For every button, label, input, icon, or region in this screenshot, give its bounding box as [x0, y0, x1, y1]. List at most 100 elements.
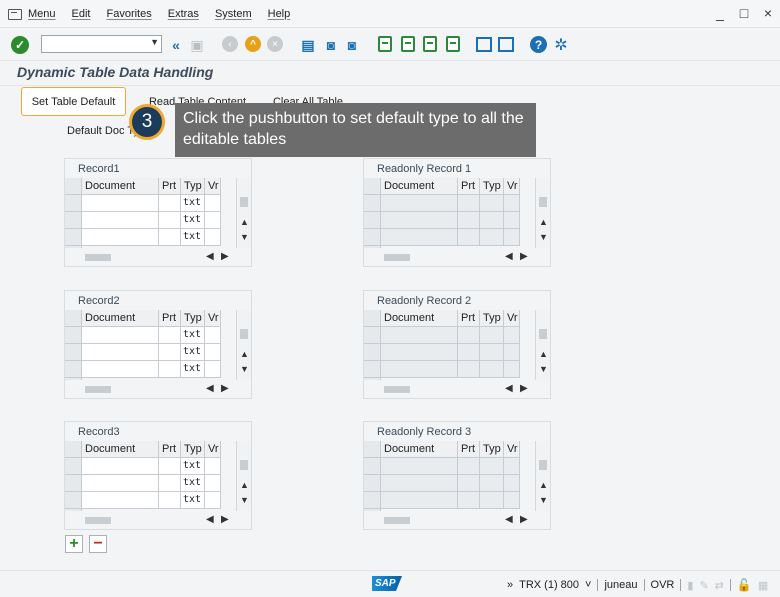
- row-selector[interactable]: [364, 310, 380, 327]
- table-cell[interactable]: [205, 458, 221, 475]
- table-cell[interactable]: txt: [181, 361, 205, 378]
- row-selector[interactable]: [364, 441, 380, 458]
- column-header[interactable]: Vr: [205, 178, 221, 194]
- check-icon[interactable]: ✓: [11, 36, 29, 54]
- chevron-down-icon[interactable]: ▼: [539, 495, 548, 505]
- column-header[interactable]: Document: [381, 441, 458, 457]
- column-header[interactable]: Prt: [159, 441, 181, 457]
- table-cell[interactable]: [82, 361, 159, 378]
- column-header[interactable]: Vr: [504, 441, 520, 457]
- table-cell[interactable]: [159, 229, 181, 246]
- back-icon[interactable]: «: [169, 36, 183, 54]
- column-header[interactable]: Prt: [458, 441, 480, 457]
- table-cell[interactable]: txt: [181, 458, 205, 475]
- menu-icon[interactable]: [8, 8, 22, 20]
- last-page-icon[interactable]: [446, 36, 460, 52]
- column-header[interactable]: Vr: [504, 178, 520, 194]
- settings-icon[interactable]: ✲: [552, 36, 570, 54]
- column-header[interactable]: Prt: [458, 178, 480, 194]
- table-cell[interactable]: [82, 212, 159, 229]
- chevron-down-icon[interactable]: ▼: [150, 37, 159, 47]
- table-cell[interactable]: [205, 492, 221, 509]
- chevron-down-icon[interactable]: ▼: [539, 232, 548, 242]
- help-icon[interactable]: ?: [530, 36, 547, 53]
- chevron-down-icon[interactable]: ˅: [585, 579, 591, 591]
- set-table-default-button[interactable]: Set Table Default: [21, 87, 126, 116]
- chevron-up-icon[interactable]: ▲: [539, 480, 548, 490]
- chevron-down-icon[interactable]: ▼: [240, 495, 249, 505]
- chevron-down-icon[interactable]: ▼: [539, 364, 548, 374]
- row-selector[interactable]: [65, 492, 81, 509]
- scroll-thumb[interactable]: [539, 460, 547, 470]
- table-cell[interactable]: [82, 195, 159, 212]
- row-selector[interactable]: [364, 195, 380, 212]
- row-selector[interactable]: [364, 229, 380, 246]
- shortcut-icon[interactable]: [498, 37, 514, 52]
- row-selector[interactable]: [65, 327, 81, 344]
- chevron-left-icon[interactable]: ◀: [505, 251, 513, 262]
- maximize-icon[interactable]: □: [738, 6, 750, 20]
- vertical-scrollbar[interactable]: ▲ ▼: [535, 310, 550, 380]
- column-header[interactable]: Document: [82, 310, 159, 326]
- scroll-thumb[interactable]: [240, 329, 248, 339]
- table-cell[interactable]: [205, 361, 221, 378]
- new-session-icon[interactable]: [476, 37, 492, 52]
- table-cell[interactable]: [159, 212, 181, 229]
- row-selector[interactable]: [364, 344, 380, 361]
- table-cell[interactable]: [205, 344, 221, 361]
- chevron-up-icon[interactable]: ▲: [240, 217, 249, 227]
- scroll-thumb[interactable]: [384, 386, 410, 393]
- table-cell[interactable]: [159, 361, 181, 378]
- table-cell[interactable]: [82, 475, 159, 492]
- table-cell[interactable]: txt: [181, 475, 205, 492]
- vertical-scrollbar[interactable]: ▲ ▼: [535, 441, 550, 511]
- horizontal-scrollbar[interactable]: ◀ ▶: [364, 512, 551, 529]
- minimize-icon[interactable]: _: [714, 6, 726, 20]
- column-header[interactable]: Document: [82, 178, 159, 194]
- table-cell[interactable]: [205, 229, 221, 246]
- table-cell[interactable]: [159, 458, 181, 475]
- cancel-circle-icon[interactable]: ×: [267, 36, 283, 52]
- vertical-scrollbar[interactable]: ▲ ▼: [236, 310, 251, 380]
- chevron-up-icon[interactable]: ▲: [539, 349, 548, 359]
- remove-row-button[interactable]: −: [89, 535, 107, 553]
- chevron-left-icon[interactable]: ◀: [505, 514, 513, 525]
- chevron-up-icon[interactable]: ▲: [240, 349, 249, 359]
- row-selector[interactable]: [65, 178, 81, 195]
- table-cell[interactable]: [159, 327, 181, 344]
- table-cell[interactable]: [82, 344, 159, 361]
- add-row-button[interactable]: +: [65, 535, 83, 553]
- chevron-up-icon[interactable]: ▲: [240, 480, 249, 490]
- table-cell[interactable]: [205, 327, 221, 344]
- row-selector[interactable]: [65, 361, 81, 378]
- row-selector[interactable]: [65, 229, 81, 246]
- column-header[interactable]: Typ: [181, 310, 205, 326]
- expand-icon[interactable]: »: [507, 579, 513, 591]
- horizontal-scrollbar[interactable]: ◀ ▶: [65, 512, 252, 529]
- table-cell[interactable]: [205, 212, 221, 229]
- column-header[interactable]: Typ: [181, 178, 205, 194]
- menu-item-favorites[interactable]: Favorites: [107, 8, 152, 20]
- menu-item-extras[interactable]: Extras: [168, 8, 199, 20]
- menu-item-menu[interactable]: Menu: [28, 8, 56, 20]
- scroll-thumb[interactable]: [85, 254, 111, 261]
- scroll-thumb[interactable]: [539, 329, 547, 339]
- row-selector[interactable]: [364, 475, 380, 492]
- column-header[interactable]: Document: [381, 310, 458, 326]
- row-selector[interactable]: [65, 475, 81, 492]
- table-cell[interactable]: txt: [181, 229, 205, 246]
- column-header[interactable]: Document: [82, 441, 159, 457]
- first-page-icon[interactable]: [378, 36, 392, 52]
- chevron-right-icon[interactable]: ▶: [221, 251, 229, 262]
- close-icon[interactable]: ×: [762, 6, 774, 20]
- chevron-right-icon[interactable]: ▶: [520, 514, 528, 525]
- save-icon[interactable]: ▣: [189, 36, 205, 54]
- row-selector[interactable]: [65, 458, 81, 475]
- find-next-icon[interactable]: ◙: [343, 36, 361, 54]
- horizontal-scrollbar[interactable]: ◀ ▶: [65, 249, 252, 266]
- command-field[interactable]: ▼: [41, 35, 162, 53]
- lock-icon[interactable]: 🔓: [737, 578, 752, 592]
- chevron-left-icon[interactable]: ◀: [206, 383, 214, 394]
- horizontal-scrollbar[interactable]: ◀ ▶: [364, 249, 551, 266]
- chevron-left-icon[interactable]: ◀: [505, 383, 513, 394]
